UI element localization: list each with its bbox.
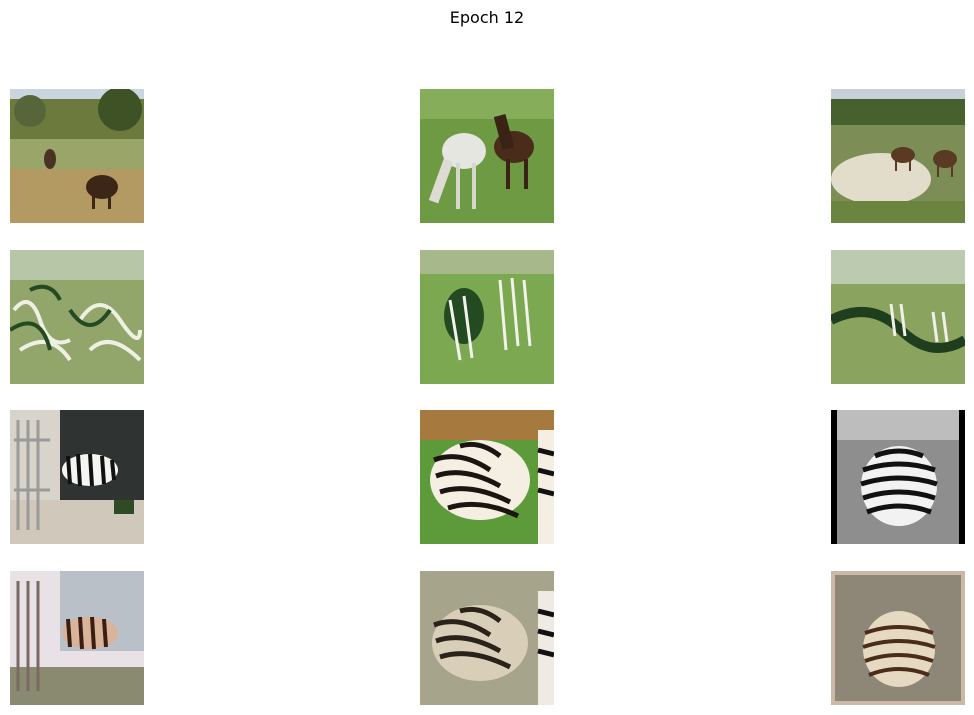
real-zebra-image-3 xyxy=(831,410,965,544)
generated-photo-graphic xyxy=(831,571,965,705)
generated-zebra-image-2 xyxy=(420,250,554,384)
horse-photo-graphic xyxy=(831,89,965,223)
generated-horse-image-3 xyxy=(831,571,965,705)
generated-photo-graphic xyxy=(420,250,554,384)
horse-photo-graphic xyxy=(420,89,554,223)
generated-photo-graphic xyxy=(10,571,144,705)
zebra-photo-graphic xyxy=(420,410,554,544)
real-horse-image-1 xyxy=(10,89,144,223)
horse-photo-graphic xyxy=(10,89,144,223)
real-horse-image-2 xyxy=(420,89,554,223)
zebra-photo-graphic xyxy=(10,410,144,544)
figure-title: Epoch 12 xyxy=(449,8,525,27)
real-horse-image-3 xyxy=(831,89,965,223)
generated-zebra-image-1 xyxy=(10,250,144,384)
real-zebra-image-1 xyxy=(10,410,144,544)
generated-photo-graphic xyxy=(420,571,554,705)
generated-horse-image-1 xyxy=(10,571,144,705)
real-zebra-image-2 xyxy=(420,410,554,544)
generated-horse-image-2 xyxy=(420,571,554,705)
generated-photo-graphic xyxy=(831,250,965,384)
generated-zebra-image-3 xyxy=(831,250,965,384)
generated-photo-graphic xyxy=(10,250,144,384)
zebra-photo-graphic xyxy=(831,410,965,544)
